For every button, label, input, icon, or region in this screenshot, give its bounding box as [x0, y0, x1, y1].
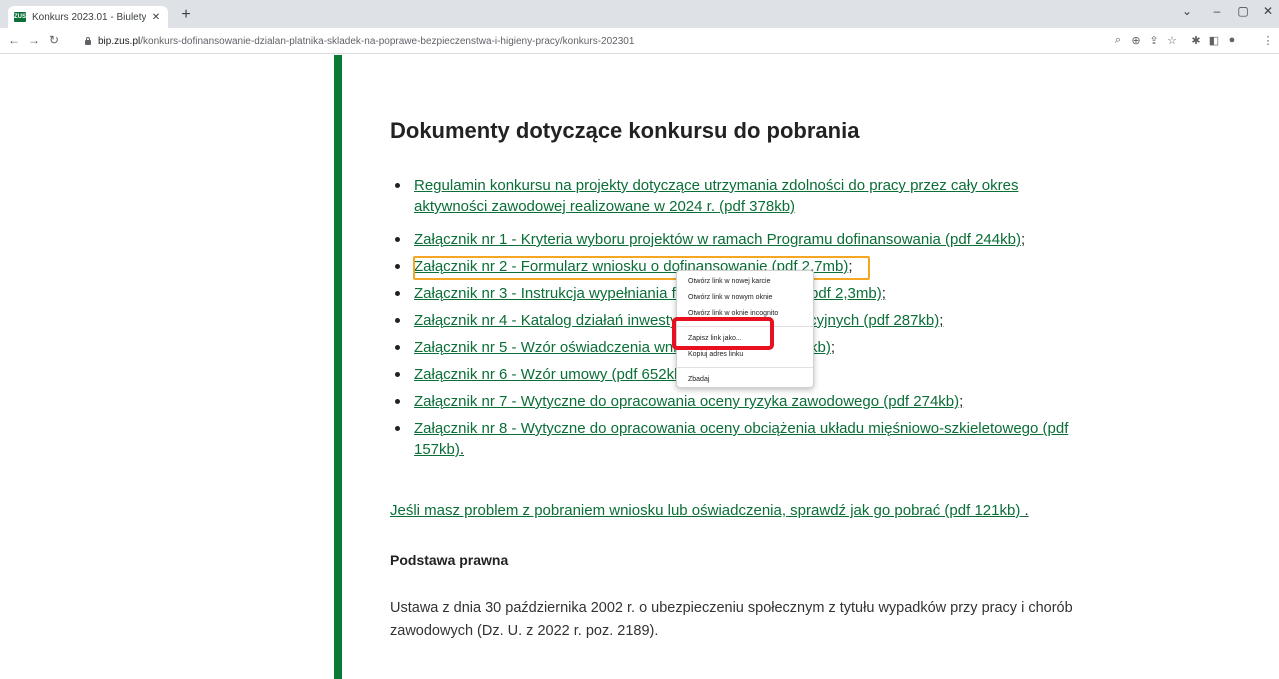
share-icon[interactable]: ⇪ — [1146, 34, 1162, 47]
document-suffix: ; — [939, 312, 944, 329]
new-tab-button[interactable]: + — [176, 5, 196, 25]
document-link-label: Załącznik nr 6 - Wzór umowy (pdf 652kb) — [414, 366, 688, 383]
tab-strip: ZUS Konkurs 2023.01 - Biuletyn Inform ✕ … — [0, 0, 1279, 28]
zoom-icon[interactable]: ⊕ — [1128, 34, 1144, 47]
bullet — [395, 318, 400, 323]
star-icon[interactable]: ☆ — [1164, 34, 1180, 47]
bullet — [395, 345, 400, 350]
menu-icon[interactable]: ⋮ — [1260, 34, 1276, 47]
browser-tab[interactable]: ZUS Konkurs 2023.01 - Biuletyn Inform ✕ — [8, 6, 168, 28]
tab-title: Konkurs 2023.01 - Biuletyn Inform — [32, 11, 146, 23]
document-suffix: ; — [881, 285, 886, 302]
search-icon[interactable]: ⌕ — [1110, 34, 1126, 47]
document-link[interactable]: Regulamin konkursu na projekty dotyczące… — [414, 175, 1074, 217]
reload-icon[interactable]: ↻ — [46, 33, 62, 47]
menu-item-open-new-tab[interactable]: Otwórz link w nowej karcie — [677, 274, 813, 290]
address-bar[interactable]: bip.zus.pl /konkurs-dofinansowanie-dzial… — [84, 32, 1094, 50]
accent-bar — [334, 55, 342, 679]
document-link-label: Załącznik nr 8 - Wytyczne do opracowania… — [414, 420, 1069, 458]
close-window-icon[interactable]: ✕ — [1257, 4, 1279, 18]
document-suffix: ; — [830, 339, 836, 356]
lock-icon[interactable] — [84, 37, 92, 45]
document-link-label: Regulamin konkursu na projekty dotyczące… — [414, 177, 1019, 215]
document-suffix: ; — [1020, 231, 1026, 248]
forward-icon[interactable]: → — [26, 33, 42, 47]
profile-icon[interactable]: ● — [1224, 34, 1240, 46]
document-suffix: ; — [959, 393, 964, 410]
bullet — [395, 237, 400, 242]
legal-basis-text: Ustawa z dnia 30 października 2002 r. o … — [390, 600, 1073, 639]
download-help-suffix: . — [1020, 502, 1029, 519]
menu-item-inspect[interactable]: Zbadaj — [677, 372, 813, 388]
bullet — [395, 399, 400, 404]
bullet — [395, 264, 400, 269]
highlight-annotation — [672, 317, 774, 350]
sidepanel-icon[interactable]: ◧ — [1206, 34, 1222, 47]
zus-favicon-icon: ZUS — [14, 12, 26, 22]
document-link[interactable]: Załącznik nr 1 - Kryteria wyboru projekt… — [414, 229, 1025, 250]
document-link[interactable]: Załącznik nr 8 - Wytyczne do opracowania… — [414, 418, 1074, 460]
minimize-icon[interactable]: – — [1206, 4, 1228, 18]
tab-close-icon[interactable]: ✕ — [150, 12, 162, 23]
bullet — [395, 291, 400, 296]
menu-item-open-new-window[interactable]: Otwórz link w nowym oknie — [677, 290, 813, 306]
extensions-icon[interactable]: ✱ — [1188, 34, 1204, 47]
url-path: /konkurs-dofinansowanie-dzialan-platnika… — [140, 35, 635, 47]
download-help-label: Jeśli masz problem z pobraniem wniosku l… — [390, 502, 1021, 519]
menu-separator — [677, 367, 813, 368]
document-link-label: Załącznik nr 7 - Wytyczne do opracowania… — [414, 393, 960, 410]
page-heading: Dokumenty dotyczące konkursu do pobrania — [390, 118, 860, 143]
legal-basis-title: Podstawa prawna — [390, 552, 509, 568]
browser-toolbar: ← → ↻ bip.zus.pl /konkurs-dofinansowanie… — [0, 28, 1279, 54]
bullet — [395, 183, 400, 188]
url-host: bip.zus.pl — [98, 35, 141, 47]
document-suffix: . — [459, 441, 465, 458]
tab-search-icon[interactable]: ⌄ — [1176, 4, 1198, 18]
document-link-label: Załącznik nr 1 - Kryteria wyboru projekt… — [414, 231, 1021, 248]
download-help-link[interactable]: Jeśli masz problem z pobraniem wniosku l… — [390, 502, 1029, 519]
restore-icon[interactable]: ▢ — [1232, 4, 1254, 18]
document-link[interactable]: Załącznik nr 6 - Wzór umowy (pdf 652kb); — [414, 364, 692, 385]
bullet — [395, 426, 400, 431]
document-link[interactable]: Załącznik nr 3 - Instrukcja wypełniania … — [414, 283, 886, 304]
back-icon[interactable]: ← — [6, 33, 22, 47]
document-link[interactable]: Załącznik nr 7 - Wytyczne do opracowania… — [414, 391, 963, 412]
bullet — [395, 372, 400, 377]
